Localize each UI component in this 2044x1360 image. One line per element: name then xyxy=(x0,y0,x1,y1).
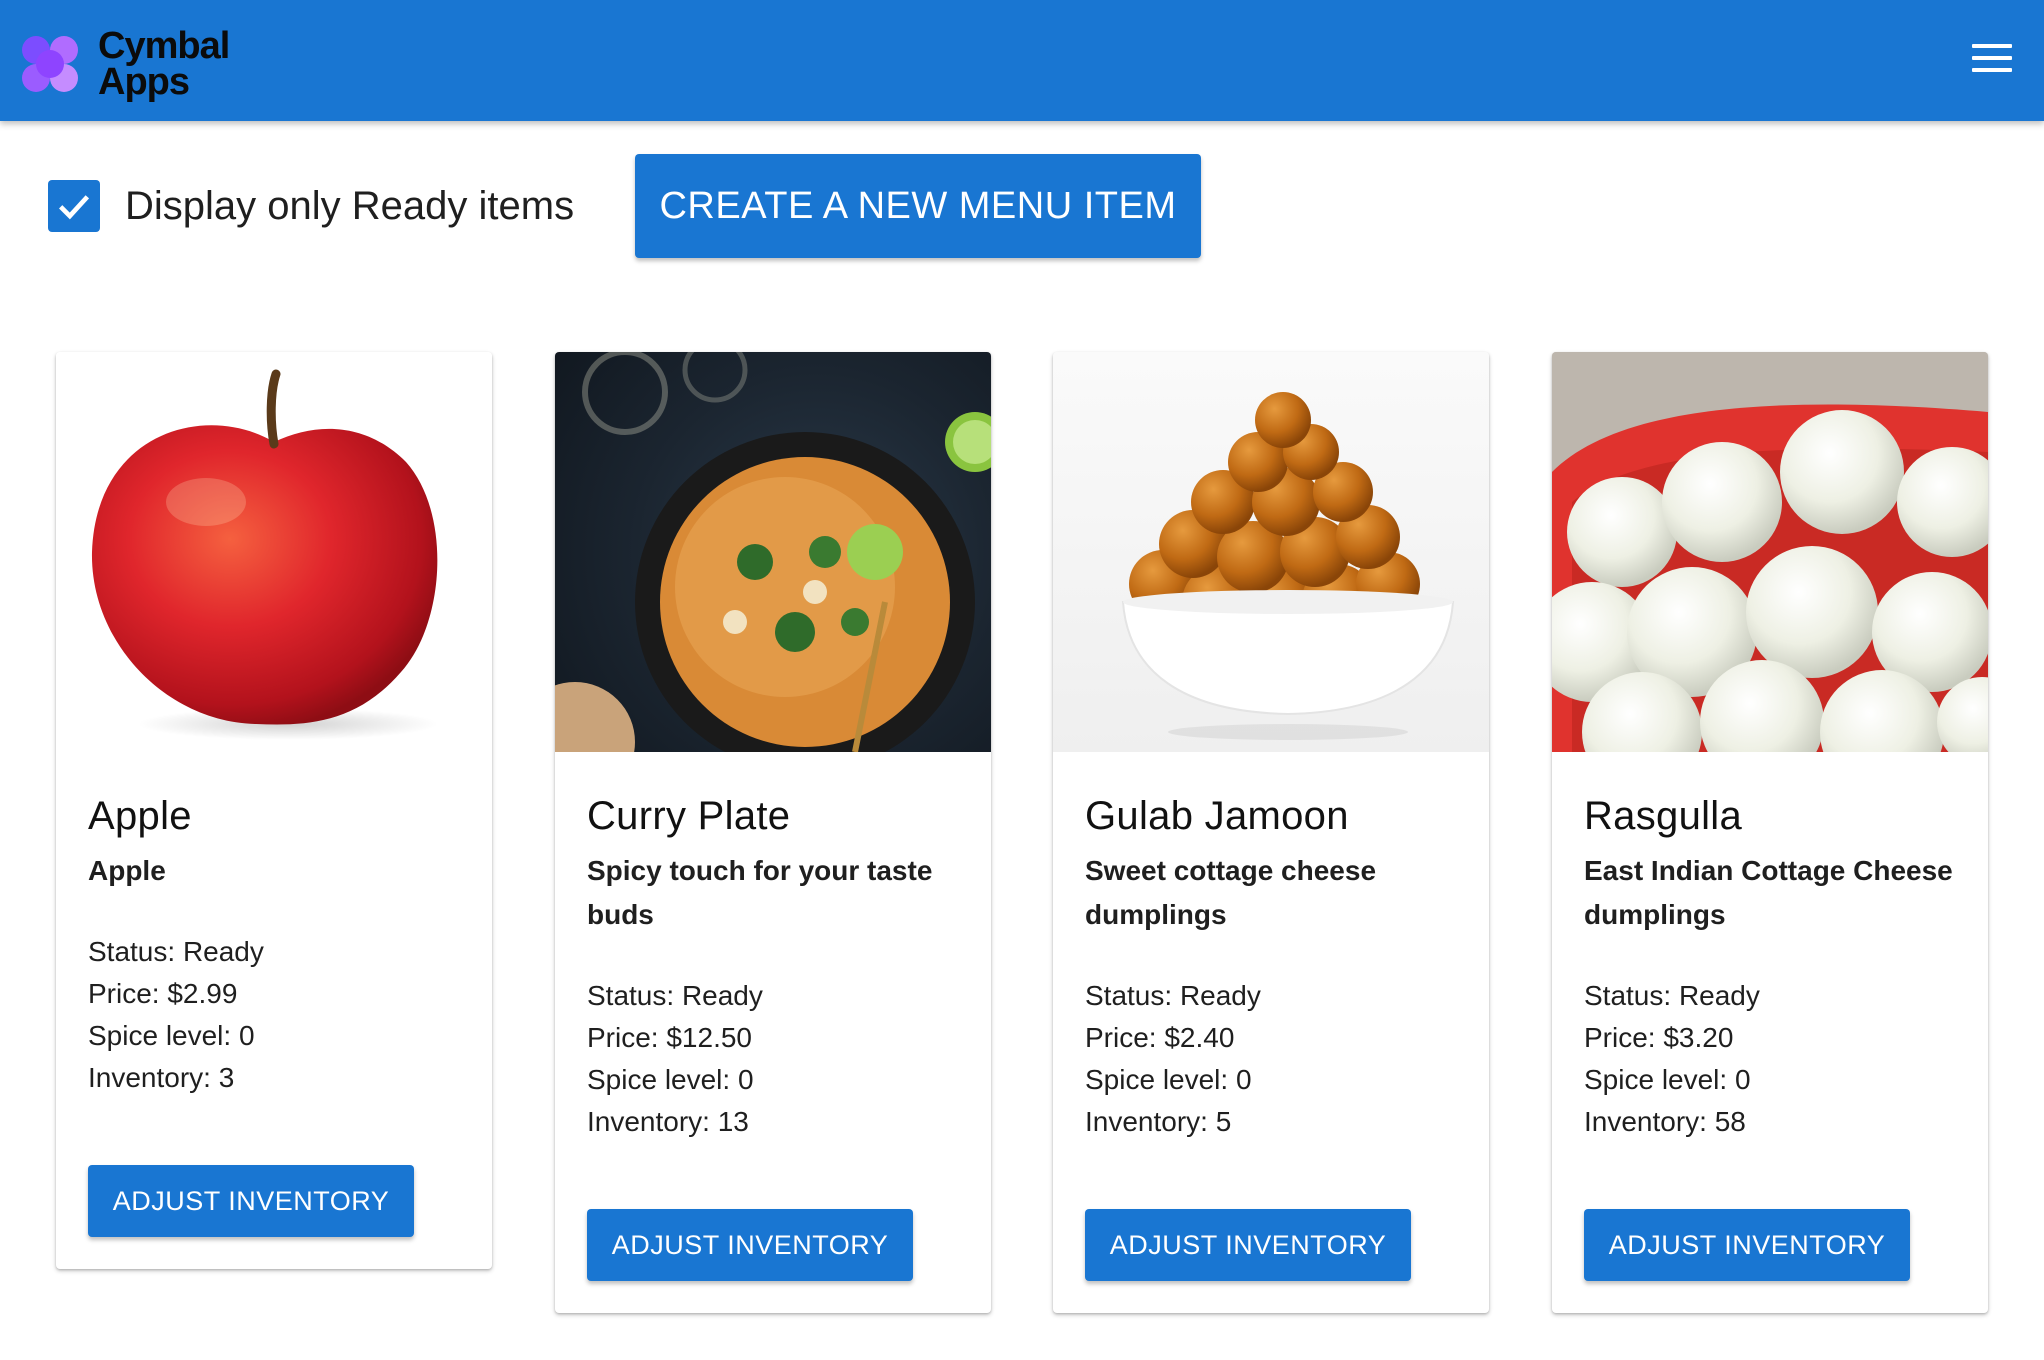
adjust-inventory-button[interactable]: ADJUST INVENTORY xyxy=(1085,1209,1411,1281)
menu-card-apple: Apple Apple Status: Ready Price: $2.99 S… xyxy=(56,352,492,1269)
rasgulla-image xyxy=(1552,352,1988,752)
item-price: Price: $12.50 xyxy=(587,1022,752,1053)
item-name: Rasgulla xyxy=(1584,794,1743,838)
hamburger-menu-icon[interactable] xyxy=(1972,44,2012,76)
item-price: Price: $3.20 xyxy=(1584,1022,1734,1053)
logo-line-1: Cymbal xyxy=(98,25,230,67)
apple-image xyxy=(56,352,492,752)
item-description: Spicy touch for your taste buds xyxy=(587,855,933,930)
menu-card-curry-plate: Curry Plate Spicy touch for your taste b… xyxy=(555,352,991,1313)
create-menu-item-button[interactable]: CREATE A NEW MENU ITEM xyxy=(635,154,1201,258)
item-status: Status: Ready xyxy=(88,936,264,967)
item-price: Price: $2.40 xyxy=(1085,1022,1235,1053)
item-spice-level: Spice level: 0 xyxy=(587,1064,754,1095)
menu-card-gulab-jamoon: Gulab Jamoon Sweet cottage cheese dumpli… xyxy=(1053,352,1489,1313)
adjust-inventory-button[interactable]: ADJUST INVENTORY xyxy=(587,1209,913,1281)
ready-filter-checkbox[interactable] xyxy=(48,180,100,232)
item-inventory: Inventory: 3 xyxy=(88,1062,235,1093)
item-description: East Indian Cottage Cheese dumplings xyxy=(1584,855,1953,930)
item-inventory: Inventory: 5 xyxy=(1085,1106,1232,1137)
item-name: Gulab Jamoon xyxy=(1085,794,1349,838)
item-spice-level: Spice level: 0 xyxy=(1085,1064,1252,1095)
item-price: Price: $2.99 xyxy=(88,978,238,1009)
item-inventory: Inventory: 58 xyxy=(1584,1106,1746,1137)
app-logo[interactable]: Cymbal Apps xyxy=(22,25,230,103)
logo-text: Cymbal Apps xyxy=(98,25,230,103)
item-inventory: Inventory: 13 xyxy=(587,1106,749,1137)
curry-plate-image xyxy=(555,352,991,752)
item-name: Curry Plate xyxy=(587,794,791,838)
app-bar: Cymbal Apps xyxy=(0,0,2044,121)
item-status: Status: Ready xyxy=(587,980,763,1011)
item-name: Apple xyxy=(88,794,192,838)
logo-line-2: Apps xyxy=(98,61,190,103)
gulab-jamoon-image xyxy=(1053,352,1489,752)
item-description: Sweet cottage cheese dumplings xyxy=(1085,855,1377,930)
item-spice-level: Spice level: 0 xyxy=(1584,1064,1751,1095)
item-status: Status: Ready xyxy=(1085,980,1261,1011)
adjust-inventory-button[interactable]: ADJUST INVENTORY xyxy=(88,1165,414,1237)
item-status: Status: Ready xyxy=(1584,980,1760,1011)
filter-toolbar: Display only Ready items CREATE A NEW ME… xyxy=(48,154,1201,258)
check-icon xyxy=(59,195,90,220)
cymbal-logo-icon xyxy=(22,36,78,92)
item-spice-level: Spice level: 0 xyxy=(88,1020,255,1051)
item-description: Apple xyxy=(88,855,166,886)
menu-card-rasgulla: Rasgulla East Indian Cottage Cheese dump… xyxy=(1552,352,1988,1313)
adjust-inventory-button[interactable]: ADJUST INVENTORY xyxy=(1584,1209,1910,1281)
ready-filter-label[interactable]: Display only Ready items xyxy=(125,184,574,229)
